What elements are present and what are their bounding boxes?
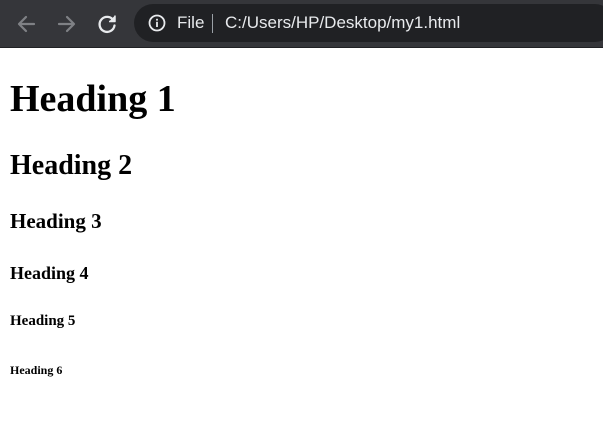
heading-6: Heading 6	[10, 363, 63, 377]
url-text[interactable]: C:/Users/HP/Desktop/my1.html	[225, 4, 460, 42]
heading-2: Heading 2	[10, 150, 133, 181]
reload-icon	[98, 15, 116, 34]
arrow-right-icon	[57, 15, 76, 33]
heading-1: Heading 1	[10, 78, 176, 120]
heading-3: Heading 3	[10, 209, 102, 233]
page-content: Heading 1 Heading 2 Heading 3 Heading 4 …	[0, 48, 603, 422]
browser-toolbar: File C:/Users/HP/Desktop/my1.html	[0, 0, 603, 48]
back-button[interactable]	[14, 12, 38, 36]
scheme-label[interactable]: File	[177, 4, 204, 42]
address-bar[interactable]: File C:/Users/HP/Desktop/my1.html	[134, 4, 603, 42]
heading-5: Heading 5	[10, 313, 76, 329]
arrow-left-icon	[17, 15, 36, 33]
info-icon[interactable]	[148, 14, 166, 32]
omnibox-divider	[212, 14, 213, 33]
reload-button[interactable]	[95, 12, 119, 36]
forward-button[interactable]	[55, 12, 79, 36]
heading-4: Heading 4	[10, 263, 89, 283]
